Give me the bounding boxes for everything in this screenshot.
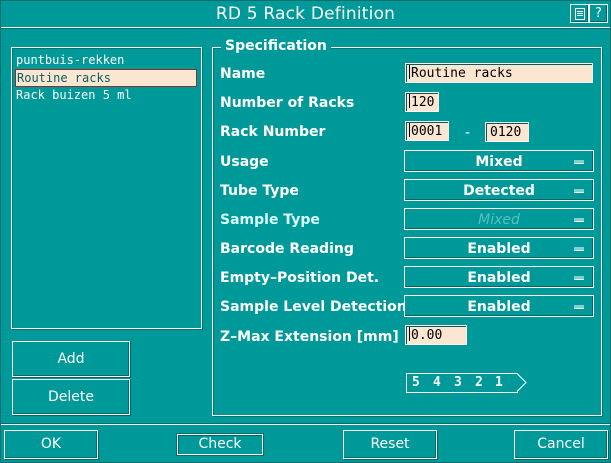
- rack-list[interactable]: puntbuis-rekken Routine racks Rack buize…: [11, 47, 202, 329]
- empty-position-dropdown[interactable]: Enabled: [404, 266, 594, 288]
- usage-value: Mixed: [475, 154, 523, 170]
- add-button[interactable]: Add: [12, 341, 130, 377]
- rack-number-label: Rack Number: [220, 124, 326, 140]
- check-button[interactable]: Check: [177, 434, 263, 455]
- tube-type-label: Tube Type: [220, 183, 299, 199]
- rack-position-label: 1: [495, 375, 503, 390]
- document-icon: [575, 8, 585, 20]
- sample-type-value: Mixed: [478, 212, 520, 228]
- name-field[interactable]: Routine racks: [405, 63, 593, 83]
- name-field-value: Routine racks: [411, 66, 513, 81]
- dropdown-indicator-icon: [574, 247, 584, 251]
- help-icon: ?: [595, 6, 602, 21]
- rack-number-to-field[interactable]: 0120: [485, 122, 529, 142]
- ok-button[interactable]: OK: [4, 430, 98, 459]
- rack-number-from-field[interactable]: 0001: [405, 121, 449, 141]
- footer-divider: [1, 424, 610, 425]
- dropdown-indicator-icon: [574, 189, 584, 193]
- rack-number-separator: -: [465, 125, 471, 141]
- rack-position-label: 4: [433, 375, 441, 390]
- usage-label: Usage: [220, 154, 269, 170]
- text-cursor: [409, 94, 410, 108]
- z-max-field[interactable]: 0.00: [405, 325, 467, 345]
- tube-type-value: Detected: [463, 183, 535, 199]
- cancel-button[interactable]: Cancel: [514, 430, 608, 459]
- rack-position-label: 2: [475, 375, 483, 390]
- help-button[interactable]: ?: [589, 4, 608, 23]
- window-menu-button[interactable]: [570, 4, 589, 23]
- list-item-selected[interactable]: Routine racks: [15, 69, 197, 87]
- z-max-value: 0.00: [411, 328, 443, 343]
- tube-type-dropdown[interactable]: Detected: [404, 179, 594, 201]
- text-cursor: [409, 327, 410, 341]
- sample-level-value: Enabled: [467, 299, 531, 315]
- dropdown-indicator-icon: [574, 276, 584, 280]
- sample-type-dropdown: Mixed: [404, 208, 594, 230]
- specification-legend: Specification: [221, 38, 331, 54]
- barcode-reading-label: Barcode Reading: [220, 241, 354, 257]
- empty-position-label: Empty–Position Det.: [220, 270, 380, 286]
- rack-position-label: 3: [454, 375, 462, 390]
- rack-diagram: 5 4 3 2 1: [406, 373, 527, 393]
- empty-position-value: Enabled: [467, 270, 531, 286]
- number-of-racks-label: Number of Racks: [220, 95, 355, 111]
- sample-level-label: Sample Level Detection: [220, 299, 407, 315]
- sample-type-label: Sample Type: [220, 212, 320, 228]
- text-cursor: [409, 65, 410, 79]
- window-title: RD 5 Rack Definition: [215, 4, 396, 24]
- dropdown-indicator-icon: [574, 305, 584, 309]
- number-of-racks-value: 120: [411, 95, 435, 110]
- sample-level-dropdown[interactable]: Enabled: [404, 295, 594, 317]
- title-bar: RD 5 Rack Definition ?: [1, 1, 610, 28]
- delete-button[interactable]: Delete: [12, 379, 130, 415]
- list-item[interactable]: puntbuis-rekken: [15, 52, 195, 70]
- text-cursor: [409, 123, 410, 137]
- reset-button[interactable]: Reset: [343, 430, 437, 459]
- number-of-racks-field[interactable]: 120: [405, 92, 439, 112]
- dropdown-indicator-icon: [574, 218, 584, 222]
- usage-dropdown[interactable]: Mixed: [404, 150, 594, 172]
- z-max-label: Z–Max Extension [mm]: [220, 329, 399, 345]
- dropdown-indicator-icon: [574, 160, 584, 164]
- rack-number-from-value: 0001: [411, 124, 443, 139]
- list-item[interactable]: Rack buizen 5 ml: [15, 87, 195, 105]
- barcode-reading-value: Enabled: [467, 241, 531, 257]
- rack-position-label: 5: [412, 375, 420, 390]
- name-label: Name: [220, 66, 266, 82]
- barcode-reading-dropdown[interactable]: Enabled: [404, 237, 594, 259]
